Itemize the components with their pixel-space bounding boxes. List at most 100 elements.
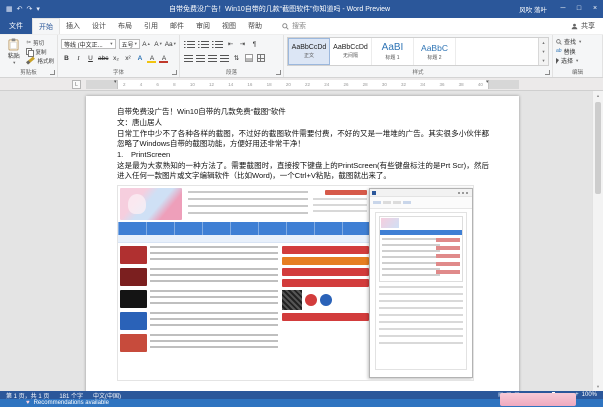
- signed-in-user[interactable]: 风吹 落叶: [519, 4, 547, 14]
- emb-article-row: [120, 334, 278, 352]
- font-group-label: 字体: [58, 68, 179, 76]
- zoom-level[interactable]: 100%: [582, 392, 597, 398]
- paste-button[interactable]: 粘贴 ▾: [3, 37, 24, 67]
- emb-webpage-body: [118, 243, 371, 355]
- emb-article-row: [120, 268, 278, 286]
- ribbon-tab[interactable]: 布局: [112, 18, 138, 34]
- doc-heading[interactable]: 自带免费没广告！Win10自带的几款免费“截图”软件: [117, 107, 489, 117]
- shading-button[interactable]: [243, 52, 254, 64]
- find-button[interactable]: 查找 ▾: [556, 37, 599, 47]
- bold-button[interactable]: B: [61, 52, 72, 64]
- justify-icon: [220, 55, 229, 62]
- format-painter-icon: [27, 56, 36, 64]
- change-case-button[interactable]: Aa▾: [165, 38, 176, 50]
- emb-article-thumbnail: [120, 290, 147, 308]
- ruler-number: 24: [324, 80, 329, 89]
- maximize-button[interactable]: □: [571, 0, 587, 18]
- doc-paragraph-1[interactable]: 日常工作中少不了各种各样的截图，不过好的截图软件需要付费，不好的又是一堆堆的广告…: [117, 129, 489, 149]
- doc-paragraph-2[interactable]: 这是最为大家熟知的一种方法了。需要截图时，直接按下键盘上的PrintScreen…: [117, 161, 489, 181]
- highlight-color-button[interactable]: A: [146, 52, 157, 64]
- replace-button[interactable]: ab 替换: [556, 47, 599, 57]
- justify-button[interactable]: [219, 52, 230, 64]
- style-card[interactable]: AaBbC 标题 2: [414, 38, 456, 65]
- doc-list-item-1[interactable]: 1.PrintScreen: [117, 150, 489, 160]
- format-painter-button[interactable]: 格式刷: [26, 56, 54, 65]
- show-paragraph-marks-button[interactable]: ¶: [249, 38, 260, 50]
- tab-selector[interactable]: L: [72, 80, 81, 89]
- emb-sidebar-button: [282, 257, 369, 265]
- multilevel-list-button[interactable]: [211, 38, 224, 50]
- scrollbar-thumb[interactable]: [595, 102, 601, 194]
- clipboard-dialog-launcher[interactable]: [50, 70, 55, 75]
- ribbon-tab[interactable]: 帮助: [242, 18, 268, 34]
- redo-icon[interactable]: ↷: [27, 5, 33, 13]
- vertical-scrollbar[interactable]: ▴ ▾: [592, 91, 603, 391]
- ruler-number: 18: [267, 80, 272, 89]
- gallery-down-icon[interactable]: ▾: [539, 47, 548, 56]
- embedded-screenshot-image[interactable]: [117, 185, 474, 381]
- close-button[interactable]: ×: [587, 0, 603, 18]
- minimize-button[interactable]: ─: [555, 0, 571, 18]
- ribbon-tab[interactable]: 邮件: [164, 18, 190, 34]
- font-dialog-launcher[interactable]: [172, 70, 177, 75]
- strikethrough-button[interactable]: abc: [97, 52, 109, 64]
- ribbon-tab[interactable]: 引用: [138, 18, 164, 34]
- shrink-font-button[interactable]: A▾: [153, 38, 164, 50]
- style-card[interactable]: AaBI 标题 1: [372, 38, 414, 65]
- cut-button[interactable]: ✂剪切: [26, 38, 54, 47]
- tab-file[interactable]: 文件: [0, 18, 32, 34]
- scroll-up-icon[interactable]: ▴: [593, 91, 603, 100]
- undo-icon[interactable]: ↶: [17, 5, 23, 13]
- copy-button[interactable]: 复制: [26, 47, 54, 56]
- emb-article-text: [150, 268, 278, 286]
- decrease-indent-button[interactable]: ⇤: [225, 38, 236, 50]
- cut-icon: ✂: [26, 40, 31, 46]
- scroll-down-icon[interactable]: ▾: [593, 382, 603, 391]
- left-indent-marker[interactable]: ▾: [114, 79, 117, 85]
- emb-article-text: [150, 246, 278, 264]
- ribbon-tab[interactable]: 视图: [216, 18, 242, 34]
- share-button[interactable]: 共享: [571, 18, 595, 34]
- quick-access-toolbar: ▦ ↶ ↷ ▾: [6, 5, 40, 13]
- grow-font-button[interactable]: A▴: [141, 38, 152, 50]
- font-size-combo[interactable]: 五号▾: [119, 39, 140, 49]
- align-left-button[interactable]: [183, 52, 194, 64]
- emb-article-text: [150, 290, 278, 308]
- window-title: 自带免费没广告！Win10自带的几款“截图软件”你知道吗 - Word Prev…: [40, 4, 519, 14]
- align-center-button[interactable]: [195, 52, 206, 64]
- style-card[interactable]: AaBbCcDd 无间隔: [330, 38, 372, 65]
- tab-home[interactable]: 开始: [32, 18, 60, 34]
- italic-button[interactable]: I: [73, 52, 84, 64]
- font-name-combo[interactable]: 等线 (中文正...▾: [61, 39, 116, 49]
- subscript-button[interactable]: x₂: [110, 52, 121, 64]
- line-spacing-button[interactable]: ⇅: [231, 52, 242, 64]
- style-card[interactable]: AaBbCcDd 正文: [288, 38, 330, 65]
- bullets-button[interactable]: [183, 38, 196, 50]
- document-page[interactable]: 自带免费没广告！Win10自带的几款免费“截图”软件 文：唐山居人 日常工作中少…: [86, 96, 519, 391]
- emb-article-text: [150, 312, 278, 330]
- numbering-button[interactable]: [197, 38, 210, 50]
- align-center-icon: [196, 55, 205, 62]
- ribbon-tab[interactable]: 审阅: [190, 18, 216, 34]
- doc-byline[interactable]: 文：唐山居人: [117, 118, 489, 128]
- save-icon[interactable]: ▦: [6, 5, 13, 13]
- copy-icon: [26, 48, 33, 56]
- styles-dialog-launcher[interactable]: [545, 70, 550, 75]
- emb-sidebar-button: [282, 279, 369, 287]
- borders-button[interactable]: [255, 52, 266, 64]
- paragraph-dialog-launcher[interactable]: [276, 70, 281, 75]
- gallery-more-icon[interactable]: ▾: [539, 56, 548, 65]
- ribbon-tab[interactable]: 插入: [60, 18, 86, 34]
- underline-button[interactable]: U: [85, 52, 96, 64]
- select-button[interactable]: 选择 ▾: [556, 56, 599, 66]
- ribbon-tab[interactable]: 设计: [86, 18, 112, 34]
- align-right-button[interactable]: [207, 52, 218, 64]
- increase-indent-button[interactable]: ⇥: [237, 38, 248, 50]
- tell-me-search[interactable]: 搜索: [282, 18, 306, 34]
- text-effects-button[interactable]: A: [134, 52, 145, 64]
- right-indent-marker[interactable]: ▾: [486, 79, 489, 85]
- gallery-up-icon[interactable]: ▴: [539, 38, 548, 47]
- horizontal-ruler[interactable]: L 246810121416182022242628303234363840 ▾…: [0, 78, 603, 91]
- superscript-button[interactable]: x²: [122, 52, 133, 64]
- font-color-button[interactable]: A: [158, 52, 169, 64]
